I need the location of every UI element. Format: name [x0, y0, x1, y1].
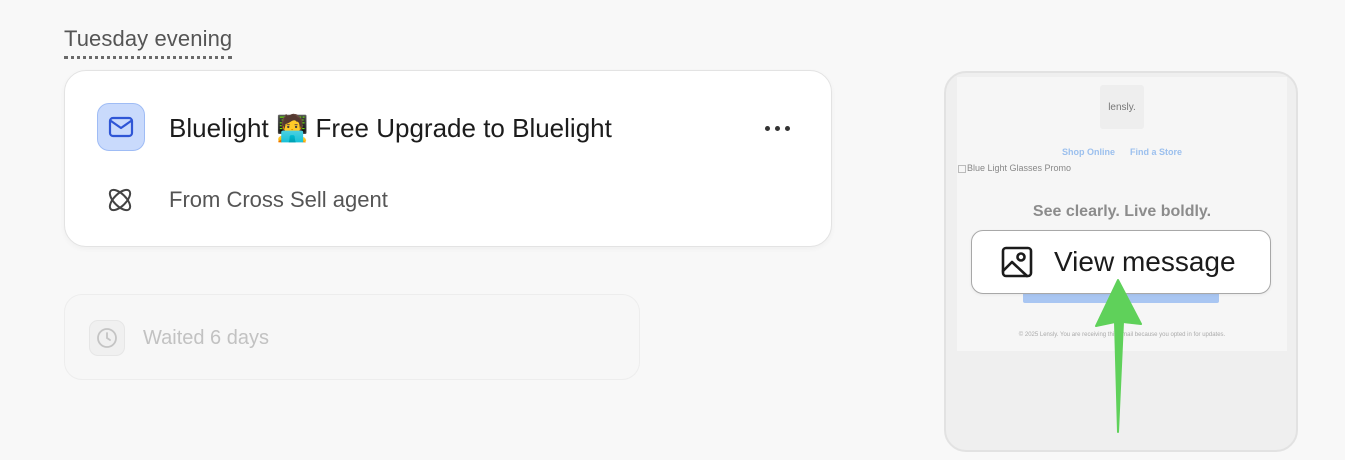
more-horizontal-icon	[764, 125, 770, 131]
email-preview-content: lensly. Shop Online Find a Store Blue Li…	[957, 77, 1287, 351]
email-step-card[interactable]: Bluelight 🧑‍💻 Free Upgrade to Bluelight …	[64, 70, 832, 247]
preview-footer: © 2025 Lensly. You are receiving this em…	[1018, 332, 1226, 338]
clock-icon	[89, 320, 125, 356]
atom-icon	[105, 185, 135, 215]
shop-online-link: Shop Online	[1062, 147, 1115, 157]
find-store-link: Find a Store	[1130, 147, 1183, 157]
promo-image-placeholder: Blue Light Glasses Promo	[958, 163, 1071, 173]
view-message-label: View message	[1054, 246, 1236, 277]
more-dot	[774, 125, 780, 131]
brand-logo: lensly.	[1100, 85, 1144, 129]
wait-step-card[interactable]: Waited 6 days	[64, 294, 640, 380]
agent-source: From Cross Sell agent	[169, 187, 388, 212]
view-message-button[interactable]: View message	[971, 230, 1271, 294]
more-options-button[interactable]	[757, 115, 797, 141]
day-label: Tuesday evening	[64, 26, 233, 59]
image-icon	[1000, 245, 1034, 279]
broken-image-icon	[958, 164, 966, 173]
more-dot	[784, 125, 790, 131]
promo-image-alt: Blue Light Glasses Promo	[967, 163, 1072, 173]
mail-icon	[97, 103, 145, 151]
email-subject: Bluelight 🧑‍💻 Free Upgrade to Bluelight	[169, 113, 612, 143]
wait-duration: Waited 6 days	[143, 327, 269, 349]
preview-tagline: See clearly. Live boldly.	[1032, 203, 1212, 220]
